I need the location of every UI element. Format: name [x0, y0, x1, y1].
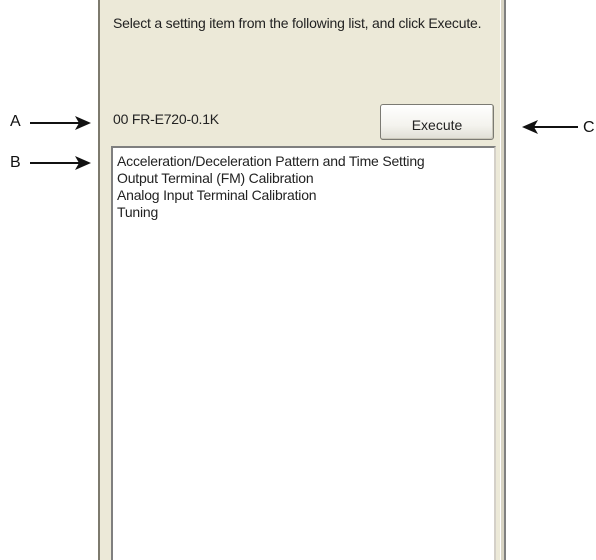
callout-label-b: B: [10, 154, 21, 171]
callout-label-c: C: [583, 119, 595, 136]
callout-arrow-a-icon: [30, 116, 91, 130]
screenshot-stage: Select a setting item from the following…: [0, 0, 596, 560]
panel-scroll-edge[interactable]: [500, 0, 506, 560]
callout-arrow-c-icon: [522, 120, 578, 134]
list-item[interactable]: Output Terminal (FM) Calibration: [113, 170, 494, 187]
list-item[interactable]: Analog Input Terminal Calibration: [113, 187, 494, 204]
callout-label-a: A: [10, 113, 21, 130]
list-item[interactable]: Acceleration/Deceleration Pattern and Ti…: [113, 153, 494, 170]
list-item[interactable]: Tuning: [113, 204, 494, 221]
execute-button[interactable]: Execute: [380, 104, 494, 140]
callout-arrow-b-icon: [30, 156, 91, 170]
instruction-text: Select a setting item from the following…: [113, 15, 482, 31]
model-name-label: 00 FR-E720-0.1K: [113, 111, 219, 127]
setting-item-list[interactable]: Acceleration/Deceleration Pattern and Ti…: [111, 146, 496, 560]
